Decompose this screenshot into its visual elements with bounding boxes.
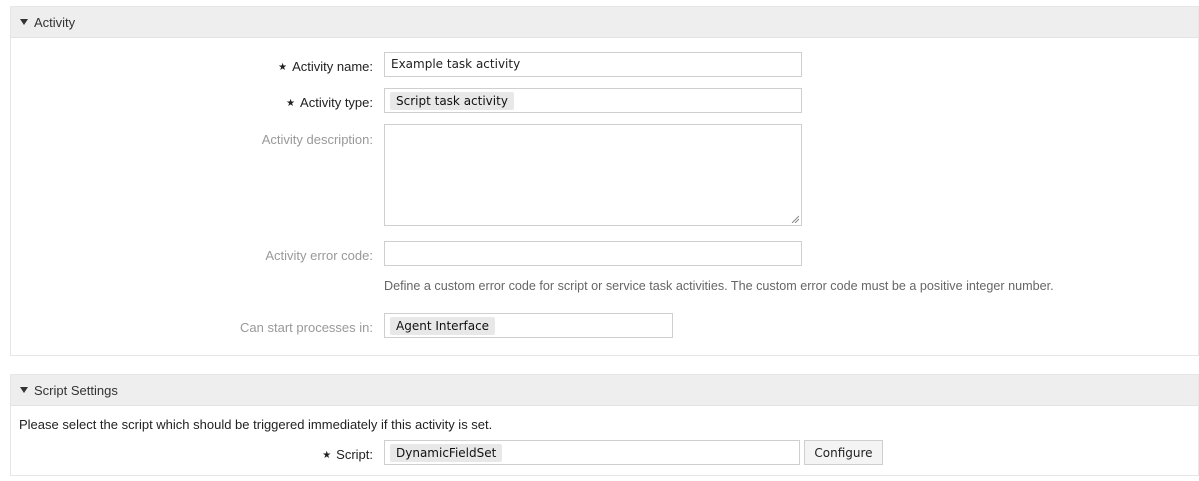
required-star-icon: ★ [322,450,332,461]
start-processes-label: Can start processes in: [240,320,373,335]
collapse-triangle-icon[interactable] [20,387,28,393]
activity-type-label: ★ Activity type: [286,95,373,110]
required-star-icon: ★ [278,62,288,73]
agent-interface-chip[interactable]: Agent Interface [390,317,496,335]
configure-button[interactable]: Configure [804,440,883,465]
script-chip[interactable]: DynamicFieldSet [390,444,503,462]
activity-error-code-input[interactable] [384,241,802,266]
activity-widget-header[interactable]: Activity [11,7,1198,38]
activity-type-chip[interactable]: Script task activity [390,92,514,110]
script-settings-title: Script Settings [34,382,118,398]
script-select[interactable]: DynamicFieldSet [384,440,800,465]
activity-widget-title: Activity [34,14,76,30]
activity-name-label: ★ Activity name: [278,59,373,74]
required-star-icon: ★ [286,98,296,109]
activity-error-code-label: Activity error code: [265,248,373,263]
activity-name-input[interactable]: Example task activity [384,52,802,77]
activity-description-textarea[interactable] [384,124,802,226]
activity-type-select[interactable]: Script task activity [384,88,802,113]
script-instruction: Please select the script which should be… [19,417,493,432]
resize-grip-icon[interactable] [791,215,799,223]
activity-description-label: Activity description: [261,132,373,147]
start-processes-select[interactable]: Agent Interface [384,313,673,338]
script-label: ★ Script: [322,447,373,462]
script-settings-header[interactable]: Script Settings [11,375,1198,406]
error-code-hint: Define a custom error code for script or… [384,279,1054,293]
collapse-triangle-icon[interactable] [20,19,28,25]
